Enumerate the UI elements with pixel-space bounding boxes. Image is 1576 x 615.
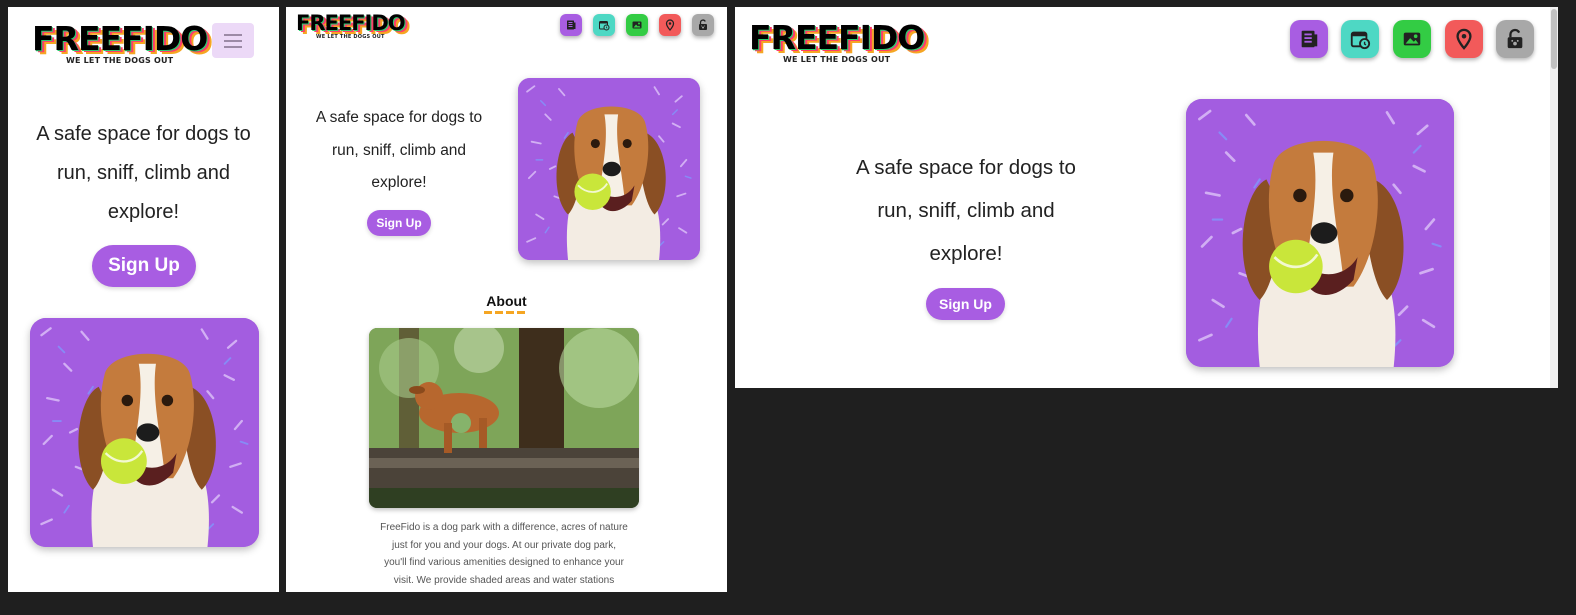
unlock-paw-icon[interactable] xyxy=(1496,20,1534,58)
hero-dog-image xyxy=(1186,99,1454,367)
logo-wordmark: FREEFIDO xyxy=(32,19,208,58)
signup-button[interactable]: Sign Up xyxy=(92,245,196,287)
unlock-paw-icon[interactable] xyxy=(692,14,714,36)
logo[interactable]: FREEFIDO FREEFIDO FREEFIDO FREEFIDO WE L… xyxy=(296,11,411,41)
calendar-clock-icon[interactable] xyxy=(1341,20,1379,58)
desktop-view: FREEFIDO FREEFIDO FREEFIDO FREEFIDO WE L… xyxy=(735,7,1558,388)
signup-button[interactable]: Sign Up xyxy=(926,288,1005,320)
beagle-with-ball-image xyxy=(1186,99,1454,367)
logo[interactable]: FREEFIDO FREEFIDO FREEFIDO FREEFIDO WE L… xyxy=(749,18,930,64)
gallery-icon[interactable] xyxy=(626,14,648,36)
hero-tagline: A safe space for dogs to run, sniff, cli… xyxy=(856,156,1076,265)
about-underline xyxy=(484,311,525,314)
gallery-icon[interactable] xyxy=(1393,20,1431,58)
hamburger-menu-button[interactable] xyxy=(212,23,254,58)
about-heading: About xyxy=(486,293,527,309)
about-description: FreeFido is a dog park with a difference… xyxy=(380,522,628,586)
location-pin-icon[interactable] xyxy=(1445,20,1483,58)
logo-wordmark: FREEFIDO xyxy=(296,11,406,35)
page-scrollbar[interactable] xyxy=(1550,7,1558,388)
about-dog-photo xyxy=(369,328,639,508)
signup-button[interactable]: Sign Up xyxy=(367,210,431,236)
logo[interactable]: FREEFIDO FREEFIDO FREEFIDO FREEFIDO WE L… xyxy=(32,19,213,65)
location-pin-icon[interactable] xyxy=(659,14,681,36)
news-icon[interactable] xyxy=(560,14,582,36)
beagle-with-ball-image xyxy=(518,78,700,260)
hero-dog-image xyxy=(518,78,700,260)
beagle-with-ball-image xyxy=(30,318,259,547)
logo-wordmark: FREEFIDO xyxy=(749,18,925,57)
hero-tagline: A safe space for dogs to run, sniff, cli… xyxy=(36,123,251,223)
dog-leaping-log-image xyxy=(369,328,639,508)
mobile-view: FREEFIDO FREEFIDO FREEFIDO FREEFIDO WE L… xyxy=(8,7,279,592)
hero-tagline: A safe space for dogs to run, sniff, cli… xyxy=(315,109,483,191)
news-icon[interactable] xyxy=(1290,20,1328,58)
hero-dog-image xyxy=(30,318,259,547)
tablet-view: FREEFIDO FREEFIDO FREEFIDO FREEFIDO WE L… xyxy=(286,7,727,592)
calendar-clock-icon[interactable] xyxy=(593,14,615,36)
